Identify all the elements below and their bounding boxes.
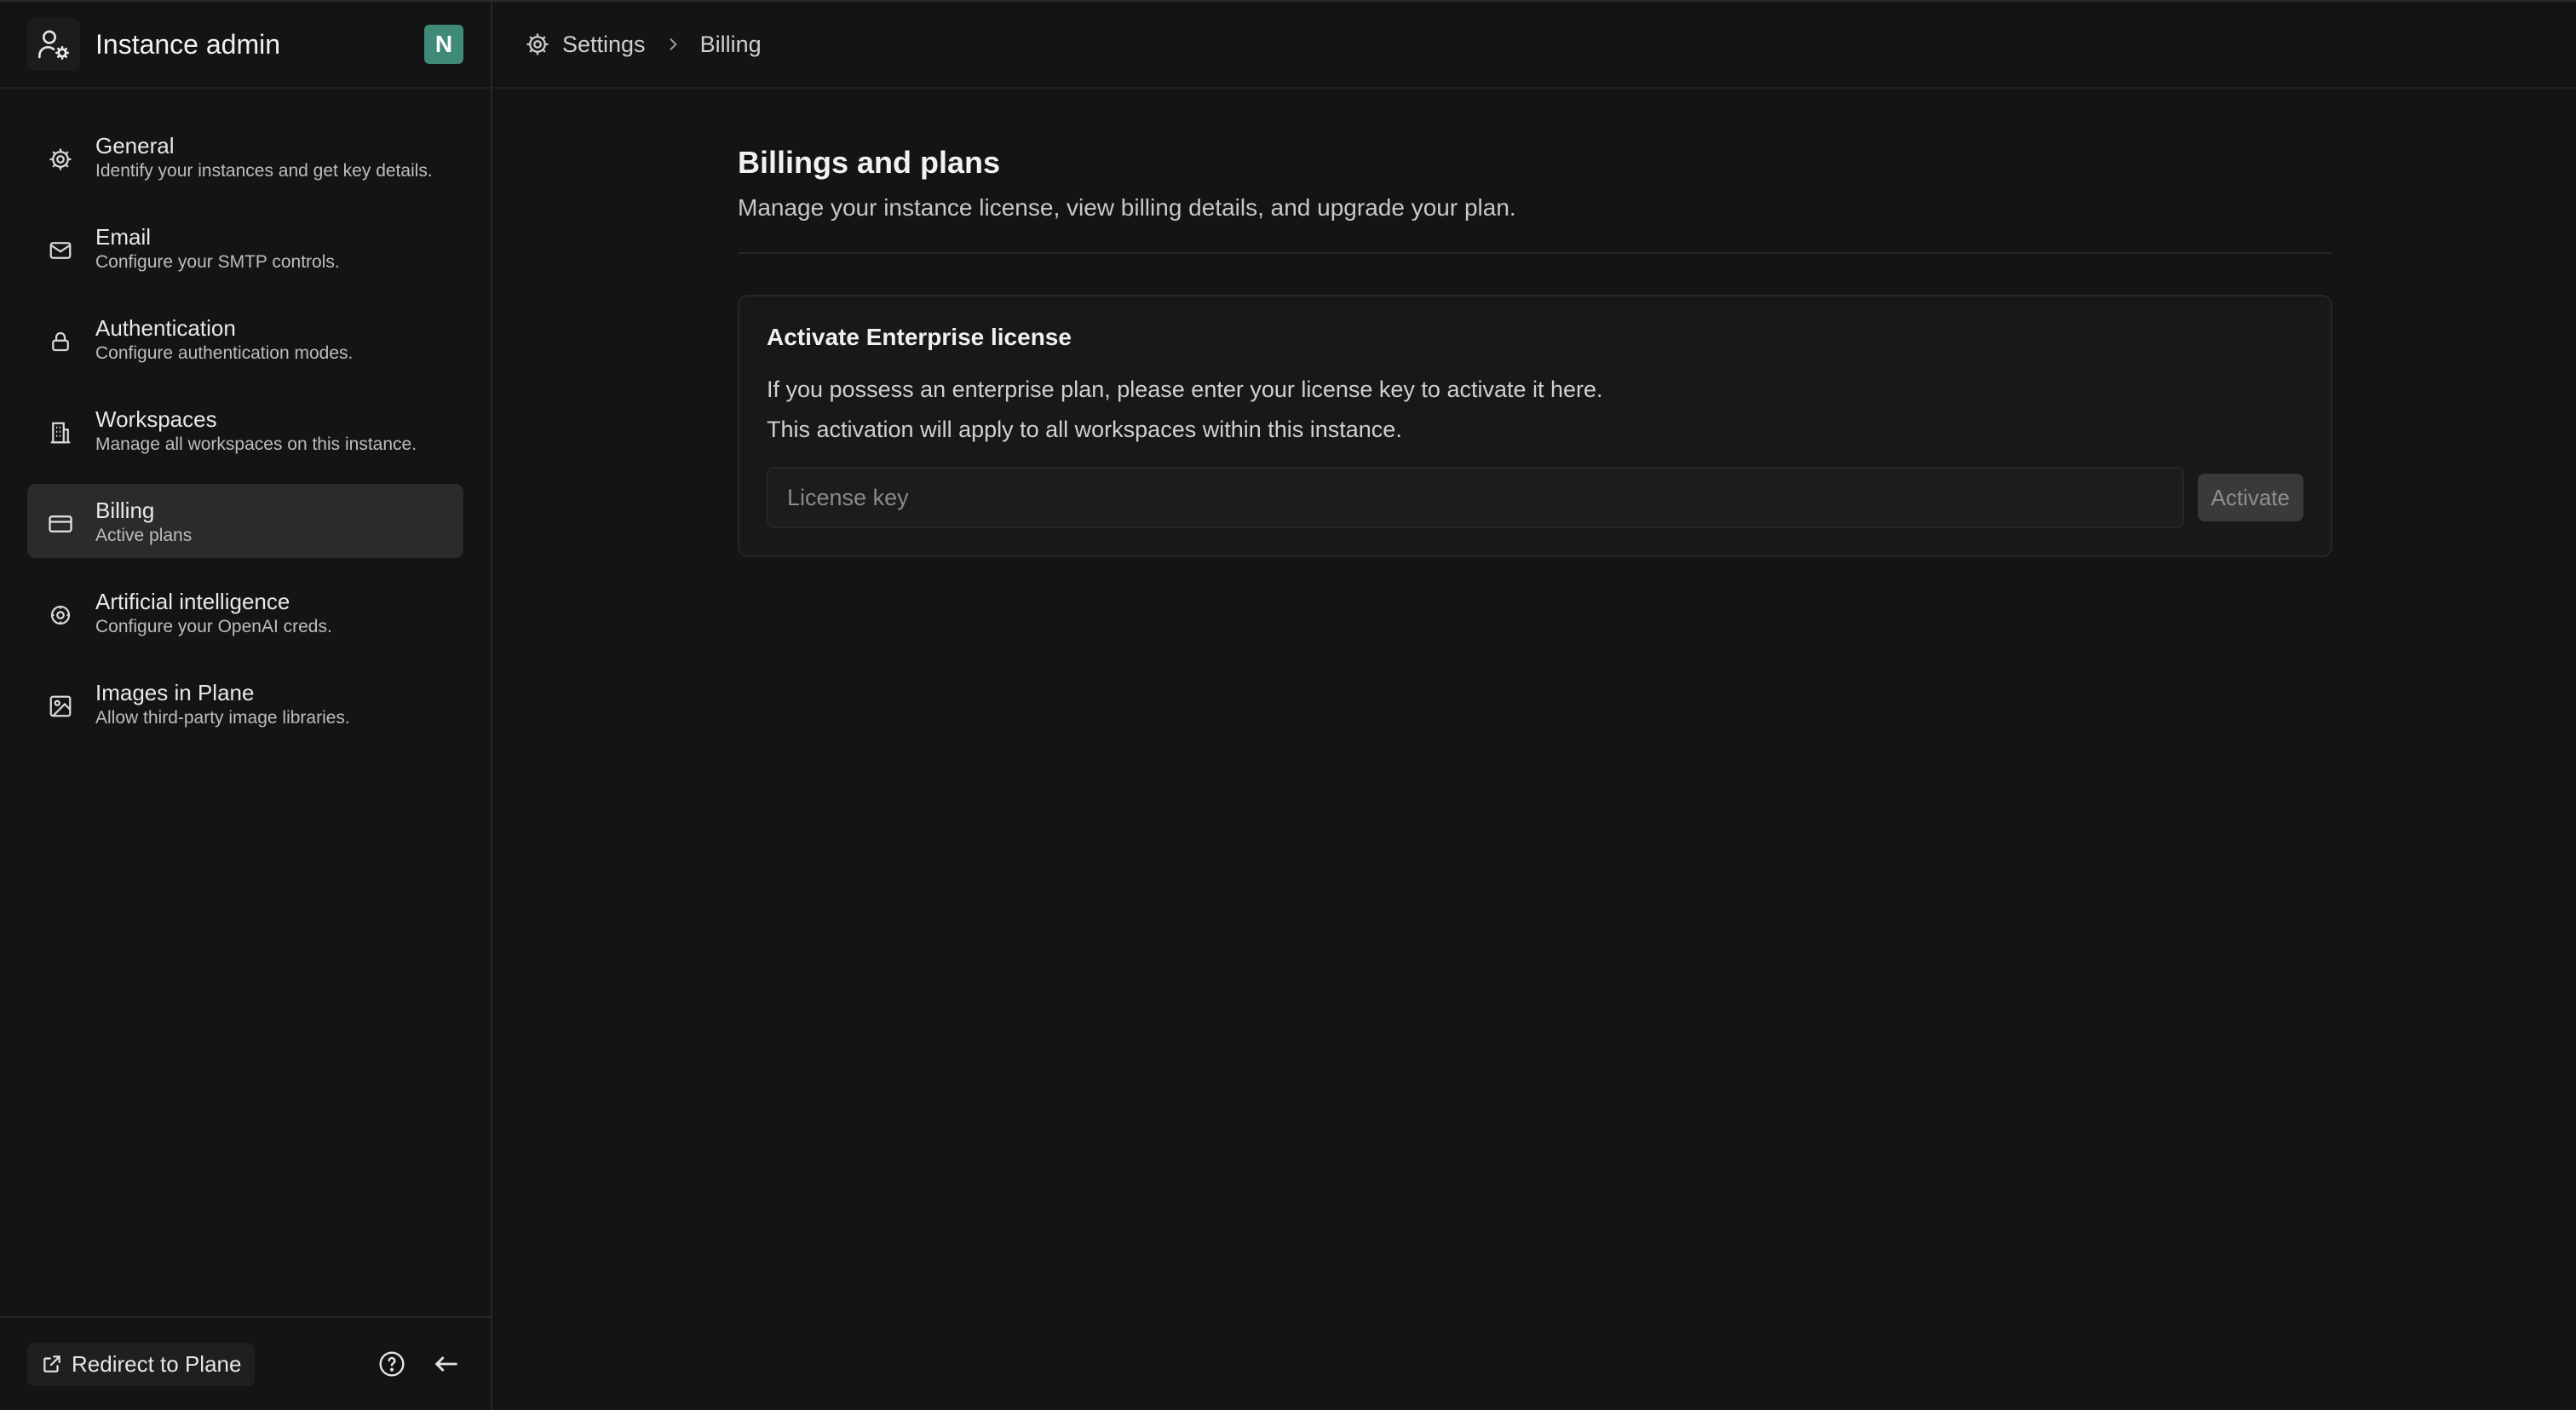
- chevron-right-icon: [664, 36, 681, 53]
- mail-icon: [46, 236, 75, 265]
- instance-admin-title: Instance admin: [95, 28, 281, 60]
- sidebar-item-description: Manage all workspaces on this instance.: [95, 435, 417, 454]
- breadcrumb-settings[interactable]: Settings: [525, 32, 646, 58]
- sidebar-item-label: Workspaces: [95, 406, 217, 432]
- sidebar-item-label: Authentication: [95, 315, 236, 341]
- avatar[interactable]: N: [424, 25, 463, 64]
- sidebar-item-description: Allow third-party image libraries.: [95, 708, 350, 728]
- sidebar: Instance admin N General Identify your i…: [0, 2, 492, 1410]
- redirect-to-plane-button[interactable]: Redirect to Plane: [27, 1342, 256, 1386]
- sidebar-item-artificial-intelligence[interactable]: Artificial intelligence Configure your O…: [27, 575, 463, 649]
- sidebar-item-description: Configure your OpenAI creds.: [95, 617, 332, 636]
- building-icon: [46, 418, 75, 447]
- breadcrumb-billing: Billing: [699, 31, 762, 57]
- license-row: Activate: [767, 467, 2303, 528]
- redirect-to-plane-label: Redirect to Plane: [72, 1350, 242, 1377]
- sidebar-item-general[interactable]: General Identify your instances and get …: [27, 119, 463, 193]
- divider: [738, 252, 2332, 254]
- credit-card-icon: [46, 509, 75, 538]
- sidebar-item-label: Billing: [95, 498, 155, 523]
- billing-content: Billings and plans Manage your instance …: [738, 145, 2332, 557]
- help-icon[interactable]: [375, 1347, 409, 1381]
- sidebar-item-label: Images in Plane: [95, 680, 255, 705]
- brain-gear-icon: [46, 601, 75, 630]
- sidebar-item-label: Artificial intelligence: [95, 589, 290, 614]
- sidebar-item-description: Configure your SMTP controls.: [95, 252, 340, 272]
- image-icon: [46, 692, 75, 721]
- sidebar-item-description: Identify your instances and get key deta…: [95, 161, 433, 181]
- sidebar-item-description: Configure authentication modes.: [95, 343, 354, 363]
- lock-icon: [46, 327, 75, 356]
- card-description-line-1: If you possess an enterprise plan, pleas…: [767, 377, 1603, 402]
- sidebar-item-images-in-plane[interactable]: Images in Plane Allow third-party image …: [27, 666, 463, 740]
- sidebar-item-description: Active plans: [95, 526, 193, 545]
- sidebar-item-workspaces[interactable]: Workspaces Manage all workspaces on this…: [27, 393, 463, 467]
- main-area: Settings Billing Billings and plans Mana…: [492, 2, 2576, 1410]
- sidebar-header: Instance admin N: [0, 2, 491, 89]
- sidebar-footer: Redirect to Plane: [0, 1316, 491, 1410]
- breadcrumb-settings-label: Settings: [562, 31, 646, 57]
- instance-admin-icon: [27, 18, 80, 71]
- settings-gear-icon: [526, 33, 549, 55]
- activate-button[interactable]: Activate: [2197, 474, 2303, 521]
- sidebar-item-billing[interactable]: Billing Active plans: [27, 484, 463, 558]
- sidebar-nav: General Identify your instances and get …: [0, 89, 491, 1316]
- card-description: If you possess an enterprise plan, pleas…: [767, 370, 2303, 450]
- card-description-line-2: This activation will apply to all worksp…: [767, 417, 1402, 442]
- collapse-sidebar-arrow-left-icon[interactable]: [429, 1347, 463, 1381]
- external-link-icon: [43, 1355, 60, 1373]
- app-root: Instance admin N General Identify your i…: [0, 0, 2576, 1410]
- sidebar-item-label: Email: [95, 224, 152, 250]
- page-subtitle: Manage your instance license, view billi…: [738, 194, 1516, 221]
- sidebar-item-email[interactable]: Email Configure your SMTP controls.: [27, 210, 463, 285]
- page-title: Billings and plans: [738, 145, 1001, 180]
- enterprise-license-card: Activate Enterprise license If you posse…: [738, 295, 2332, 557]
- sidebar-item-label: General: [95, 133, 175, 158]
- breadcrumb: Settings Billing: [492, 2, 2576, 89]
- sidebar-item-authentication[interactable]: Authentication Configure authentication …: [27, 302, 463, 376]
- license-key-input[interactable]: [767, 467, 2184, 528]
- card-title: Activate Enterprise license: [767, 324, 1072, 350]
- gear-icon: [46, 145, 75, 174]
